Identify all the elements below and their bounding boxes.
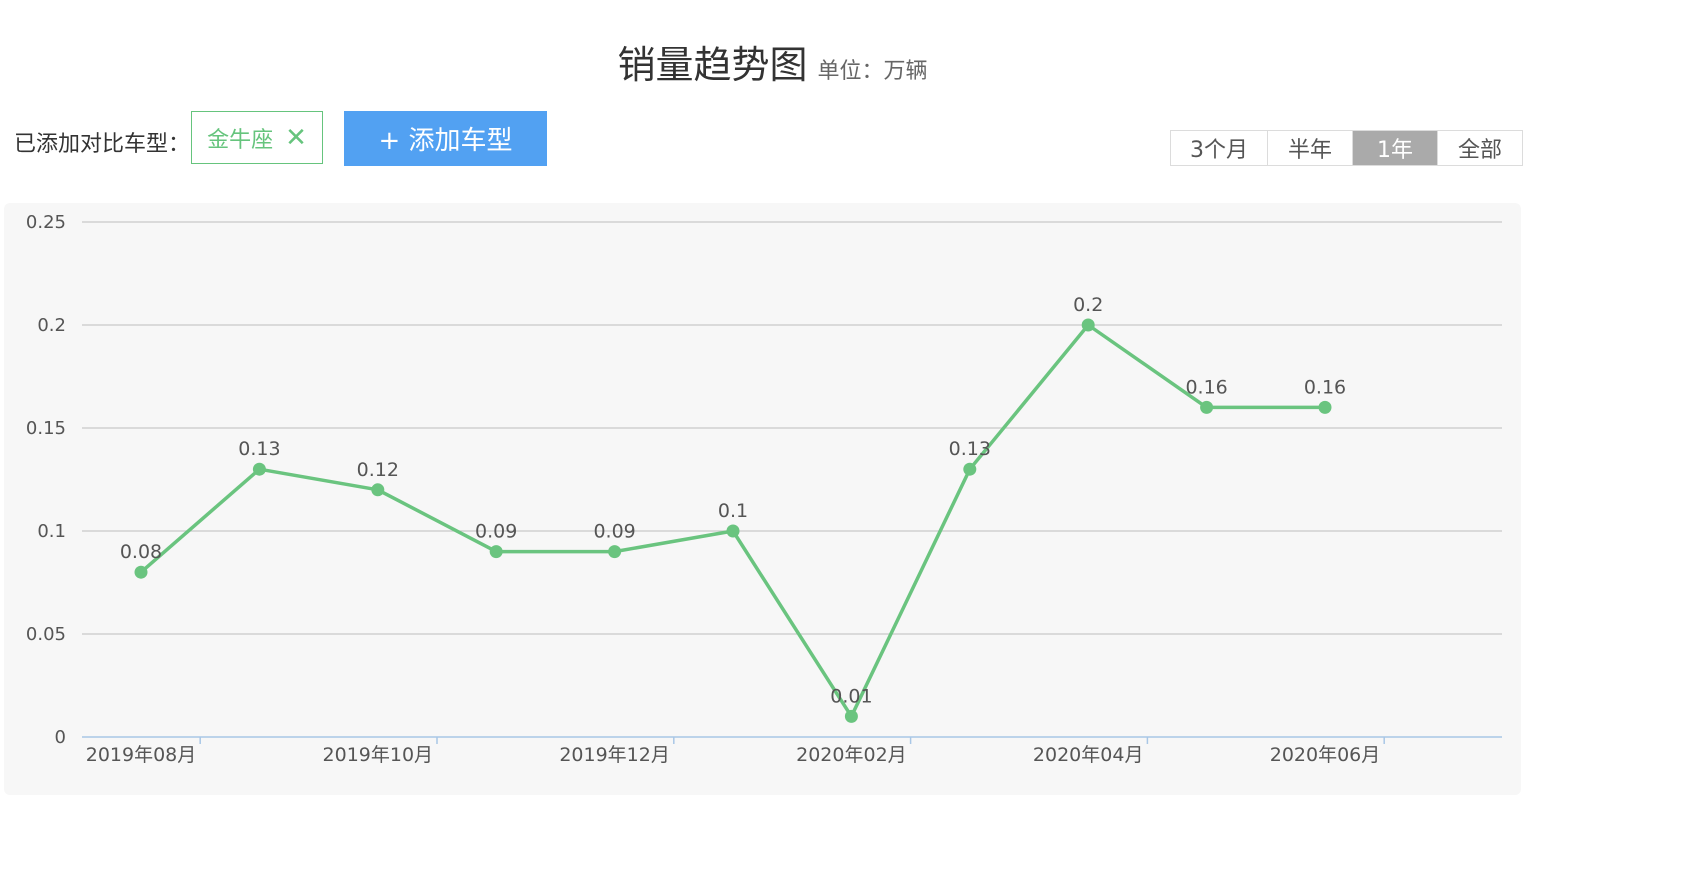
x-tick-label: 2019年10月 <box>323 744 434 766</box>
y-tick-label: 0.25 <box>26 212 66 233</box>
y-tick-label: 0.1 <box>37 521 66 542</box>
range-tab-0[interactable]: 3个月 <box>1171 131 1268 165</box>
data-point <box>1200 400 1214 414</box>
range-tab-3[interactable]: 全部 <box>1438 131 1522 165</box>
range-tab-2[interactable]: 1年 <box>1353 131 1438 165</box>
data-label: 0.08 <box>120 541 162 563</box>
chart-panel: 0 0.05 0.1 0.15 0.2 0.25 2019年08月 2019年10月 2019年… <box>4 203 1521 795</box>
page-title: 销量趋势图 <box>617 43 808 87</box>
data-point <box>489 545 503 559</box>
data-label: 0.16 <box>1304 376 1346 398</box>
data-label: 0.16 <box>1185 376 1227 398</box>
y-tick-label: 0.05 <box>26 624 66 645</box>
unit-label: 单位：万辆 <box>817 59 928 84</box>
data-point <box>844 709 858 723</box>
data-label: 0.01 <box>830 685 872 707</box>
data-point <box>608 545 622 559</box>
chart-header: 销量趋势图 单位：万辆 <box>0 34 1545 89</box>
data-label: 0.13 <box>949 438 991 460</box>
x-tick-label: 2019年12月 <box>559 744 670 766</box>
data-point <box>371 483 385 497</box>
compare-label: 已添加对比车型： <box>14 132 191 157</box>
data-point <box>726 524 740 538</box>
data-label: 0.09 <box>593 521 635 543</box>
close-icon[interactable]: ✕ <box>285 125 307 151</box>
data-point <box>963 462 977 476</box>
data-point <box>134 565 148 579</box>
compare-car-tag-label: 金牛座 <box>207 127 274 153</box>
x-tick-label: 2019年08月 <box>86 744 197 766</box>
y-tick-label: 0 <box>55 727 66 748</box>
data-point <box>252 462 266 476</box>
y-tick-label: 0.15 <box>26 418 66 439</box>
data-label: 0.09 <box>475 521 517 543</box>
y-tick-label: 0.2 <box>37 315 66 336</box>
data-point <box>1318 400 1332 414</box>
data-label: 0.13 <box>238 438 280 460</box>
x-tick-label: 2020年04月 <box>1033 744 1144 766</box>
compare-car-tag[interactable]: 金牛座 ✕ <box>191 111 323 164</box>
data-label: 0.2 <box>1073 294 1103 316</box>
range-tab-1[interactable]: 半年 <box>1268 131 1353 165</box>
data-label: 0.1 <box>718 500 748 522</box>
sales-trend-chart: 0 0.05 0.1 0.15 0.2 0.25 2019年08月 2019年10月 2019年… <box>26 212 1502 766</box>
data-label: 0.12 <box>357 459 399 481</box>
add-car-button[interactable]: + 添加车型 <box>344 111 547 166</box>
x-tick-label: 2020年02月 <box>796 744 907 766</box>
range-tabs: 3个月 半年 1年 全部 <box>1170 130 1523 166</box>
x-tick-label: 2020年06月 <box>1270 744 1381 766</box>
data-point <box>1081 318 1095 332</box>
